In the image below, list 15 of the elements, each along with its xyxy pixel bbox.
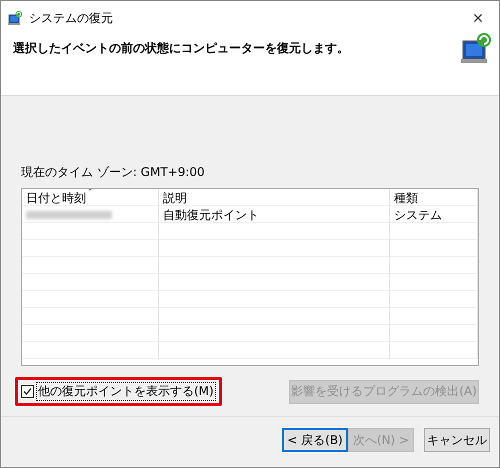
table-cell: 自動復元ポイント	[163, 208, 259, 222]
restore-app-icon	[7, 10, 23, 26]
cancel-button[interactable]: キャンセル	[424, 428, 490, 452]
back-button[interactable]: < 戻る(B)	[282, 428, 348, 452]
instruction-text: 選択したイベントの前の状態にコンピューターを復元します。	[13, 40, 349, 56]
show-more-checkbox[interactable]	[21, 385, 34, 398]
checkbox-label[interactable]: 他の復元ポイントを表示する(M)	[36, 382, 216, 401]
restore-computer-icon	[459, 31, 493, 65]
timezone-label: 現在のタイム ゾーン: GMT+9:00	[21, 164, 206, 181]
column-header[interactable]: 日付と時刻	[26, 191, 86, 205]
close-button[interactable]: ×	[463, 8, 493, 28]
column-header[interactable]: 種類	[394, 191, 418, 205]
column-header[interactable]: 説明	[163, 191, 187, 205]
window-title: システムの復元	[29, 10, 114, 26]
table-cell: システム	[394, 208, 442, 222]
